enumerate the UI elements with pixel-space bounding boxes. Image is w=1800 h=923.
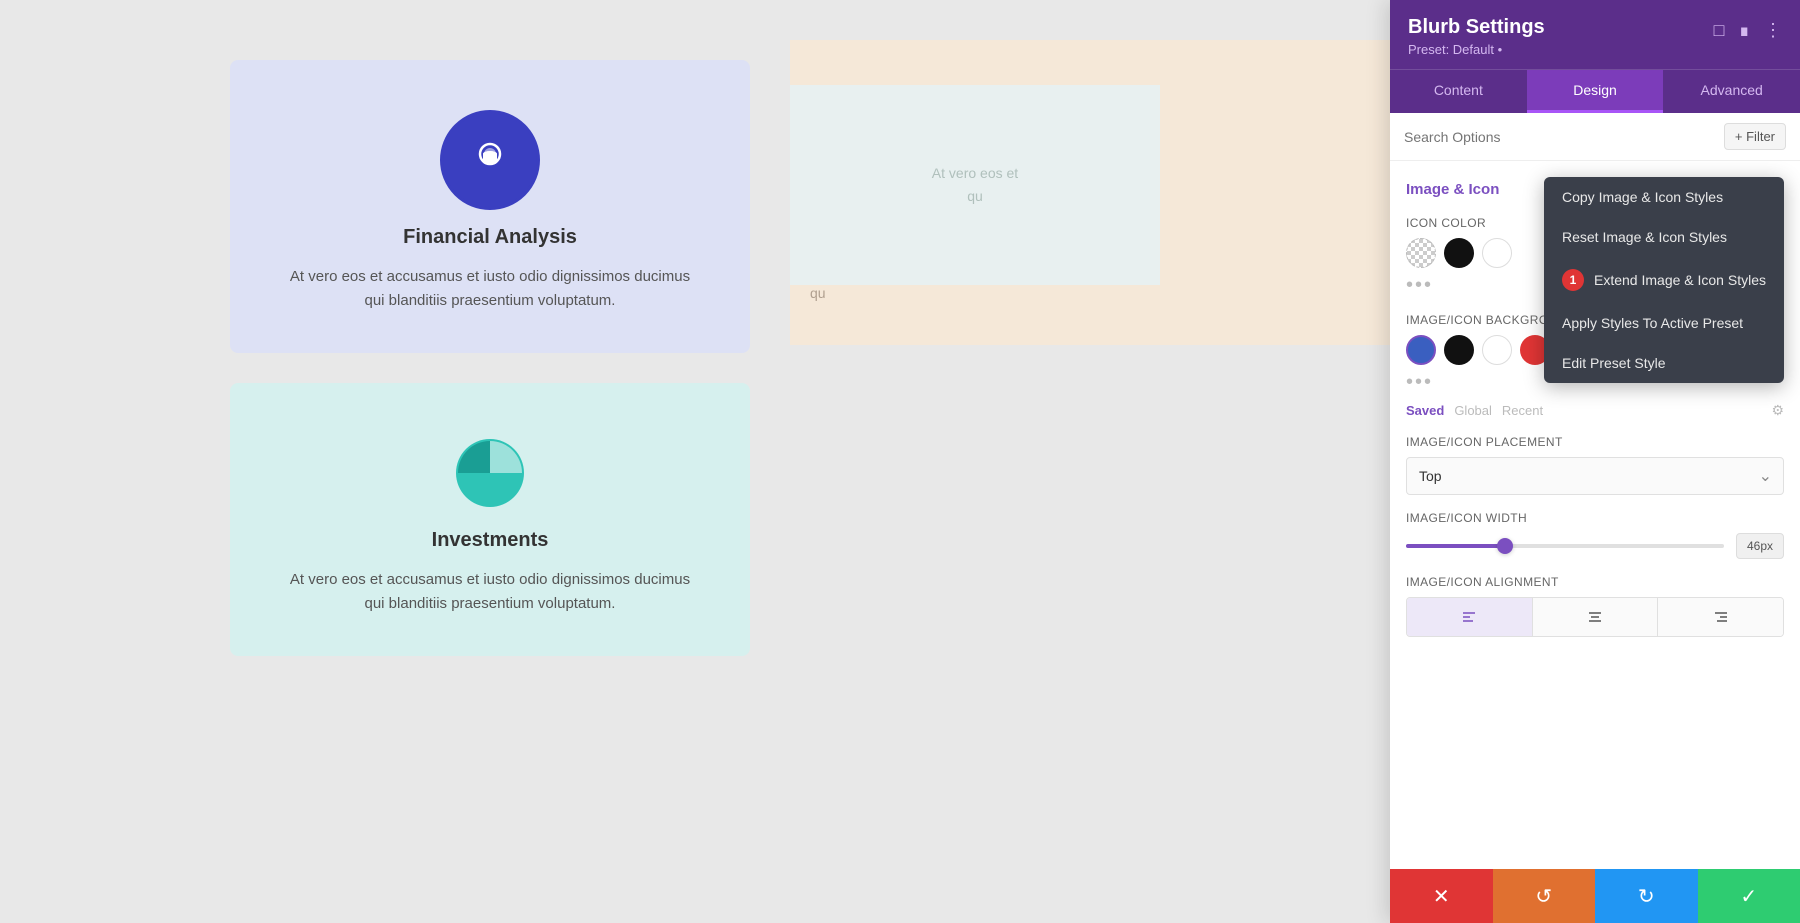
align-left-button[interactable] — [1407, 598, 1533, 636]
panel-tabs: Content Design Advanced — [1390, 69, 1800, 113]
save-icon: ✓ — [1740, 884, 1757, 909]
financial-desc: At vero eos et accusamus et iusto odio d… — [280, 265, 700, 313]
cancel-button[interactable]: ✕ — [1390, 869, 1493, 923]
editor-bg-bottom-card: At vero eos etqu — [790, 85, 1160, 285]
align-center-icon — [1586, 608, 1604, 626]
alignment-buttons — [1406, 597, 1784, 637]
pie-chart-icon — [450, 433, 530, 513]
panel-title: Blurb Settings — [1408, 16, 1545, 39]
placement-field: Image/Icon Placement Top Left Right Bott… — [1406, 435, 1784, 495]
bg-swatch-white[interactable] — [1482, 335, 1512, 365]
context-menu: Copy Image & Icon Styles Reset Image & I… — [1544, 177, 1784, 383]
panel-header-icons: □ ∎ ⋮ — [1714, 20, 1782, 41]
bg-swatch-blue-active[interactable] — [1406, 335, 1436, 365]
width-slider[interactable] — [1406, 544, 1724, 548]
placement-select-wrapper: Top Left Right Bottom — [1406, 457, 1784, 495]
redo-icon: ↻ — [1638, 884, 1655, 909]
color-swatch-transparent[interactable] — [1406, 238, 1436, 268]
placement-label: Image/Icon Placement — [1406, 435, 1784, 449]
bg-swatch-black[interactable] — [1444, 335, 1474, 365]
align-left-icon — [1460, 608, 1478, 626]
alignment-field: Image/Icon Alignment — [1406, 575, 1784, 637]
width-value: 46px — [1736, 533, 1784, 559]
width-field: Image/Icon Width 46px — [1406, 511, 1784, 559]
undo-button[interactable]: ↺ — [1493, 869, 1596, 923]
grid-icon[interactable]: ∎ — [1739, 20, 1750, 41]
panel-search-bar: + Filter — [1390, 113, 1800, 161]
investments-title: Investments — [432, 529, 549, 552]
color-tab-global[interactable]: Global — [1454, 403, 1492, 418]
blurb-card-investments: Investments At vero eos et accusamus et … — [230, 383, 750, 656]
panel-body: Image & Icon ⋮ Copy Image & Icon Styles … — [1390, 161, 1800, 869]
align-right-button[interactable] — [1658, 598, 1783, 636]
panel-header: Blurb Settings Preset: Default • □ ∎ ⋮ — [1390, 0, 1800, 69]
color-tab-saved[interactable]: Saved — [1406, 403, 1444, 418]
filter-button[interactable]: + Filter — [1724, 123, 1786, 150]
menu-item-edit[interactable]: Edit Preset Style — [1544, 343, 1784, 383]
investments-icon-wrapper — [450, 433, 530, 513]
financial-icon-circle — [440, 110, 540, 210]
menu-item-copy[interactable]: Copy Image & Icon Styles — [1544, 177, 1784, 217]
align-right-icon — [1712, 608, 1730, 626]
menu-item-extend[interactable]: 1 Extend Image & Icon Styles — [1544, 257, 1784, 303]
extend-label: Extend Image & Icon Styles — [1594, 272, 1766, 288]
tab-advanced[interactable]: Advanced — [1663, 70, 1800, 113]
financial-title: Financial Analysis — [403, 226, 577, 249]
blurb-cards-column: Financial Analysis At vero eos et accusa… — [230, 60, 750, 656]
edit-label: Edit Preset Style — [1562, 355, 1666, 371]
color-tab-recent[interactable]: Recent — [1502, 403, 1543, 418]
cancel-icon: ✕ — [1433, 884, 1450, 909]
search-input[interactable] — [1404, 129, 1716, 145]
apply-label: Apply Styles To Active Preset — [1562, 315, 1743, 331]
more-dots[interactable]: ••• — [1406, 274, 1433, 296]
copy-label: Copy Image & Icon Styles — [1562, 189, 1723, 205]
more-icon[interactable]: ⋮ — [1764, 20, 1782, 41]
blurb-card-financial: Financial Analysis At vero eos et accusa… — [230, 60, 750, 353]
width-label: Image/Icon Width — [1406, 511, 1784, 525]
tab-design[interactable]: Design — [1527, 70, 1664, 113]
reset-label: Reset Image & Icon Styles — [1562, 229, 1727, 245]
align-center-button[interactable] — [1533, 598, 1659, 636]
placement-select[interactable]: Top Left Right Bottom — [1406, 457, 1784, 495]
coins-icon — [466, 136, 514, 184]
fullscreen-icon[interactable]: □ — [1714, 20, 1725, 41]
width-slider-row: 46px — [1406, 533, 1784, 559]
image-icon-title: Image & Icon — [1406, 181, 1499, 198]
settings-panel: Blurb Settings Preset: Default • □ ∎ ⋮ C… — [1390, 0, 1800, 923]
extend-badge: 1 — [1562, 269, 1584, 291]
tab-content[interactable]: Content — [1390, 70, 1527, 113]
editor-bg-text-bottom: At vero eos etqu — [932, 162, 1018, 207]
undo-icon: ↺ — [1535, 884, 1552, 909]
save-button[interactable]: ✓ — [1698, 869, 1800, 923]
color-swatch-black[interactable] — [1444, 238, 1474, 268]
image-icon-section-heading: Image & Icon ⋮ Copy Image & Icon Styles … — [1406, 177, 1784, 202]
panel-preset: Preset: Default • — [1408, 42, 1545, 57]
color-swatch-white[interactable] — [1482, 238, 1512, 268]
panel-title-group: Blurb Settings Preset: Default • — [1408, 16, 1545, 57]
panel-bottom-bar: ✕ ↺ ↻ ✓ — [1390, 869, 1800, 923]
color-settings-icon[interactable]: ⚙ — [1771, 402, 1784, 419]
investments-desc: At vero eos et accusamus et iusto odio d… — [280, 568, 700, 616]
redo-button[interactable]: ↻ — [1595, 869, 1698, 923]
more-dots-2[interactable]: ••• — [1406, 371, 1433, 393]
color-tabs: Saved Global Recent ⚙ — [1406, 402, 1784, 419]
menu-item-reset[interactable]: Reset Image & Icon Styles — [1544, 217, 1784, 257]
menu-item-apply[interactable]: Apply Styles To Active Preset — [1544, 303, 1784, 343]
alignment-label: Image/Icon Alignment — [1406, 575, 1784, 589]
